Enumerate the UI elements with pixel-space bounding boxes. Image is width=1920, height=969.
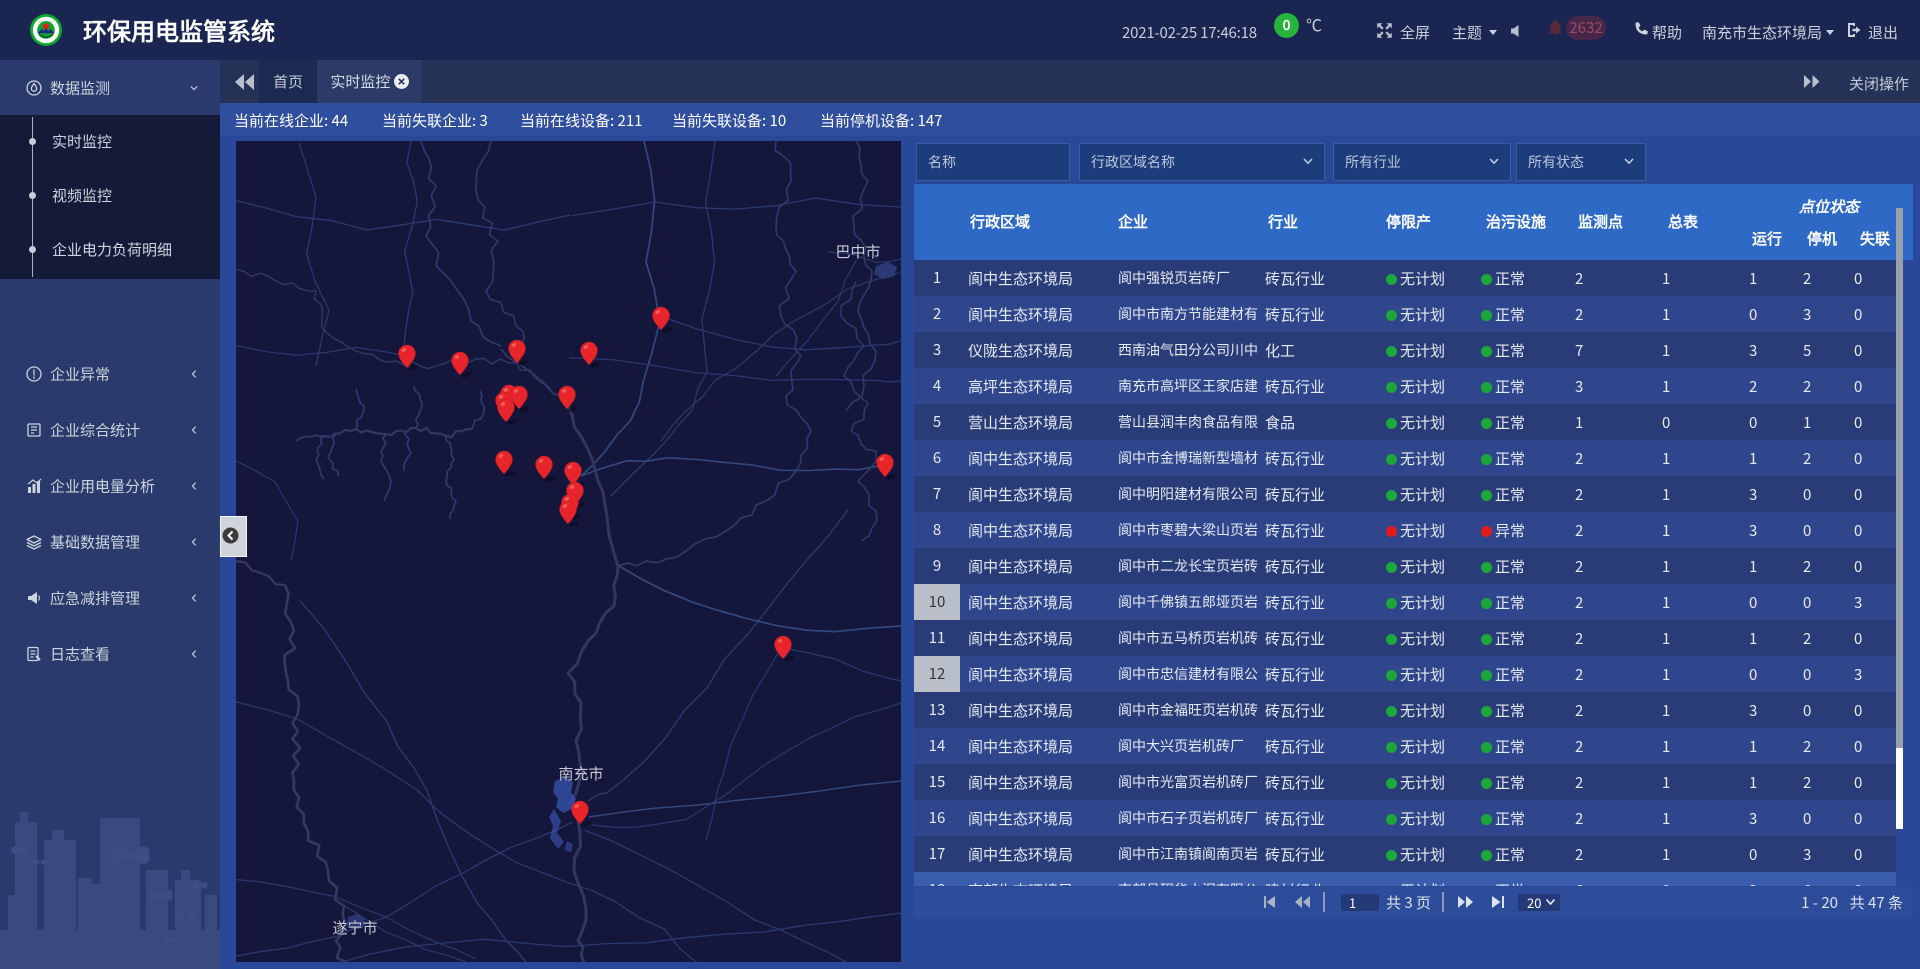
svg-text:巴中市: 巴中市 [835,241,880,262]
svg-text:遂宁市: 遂宁市 [332,917,377,938]
svg-text:南充市: 南充市 [558,763,603,784]
